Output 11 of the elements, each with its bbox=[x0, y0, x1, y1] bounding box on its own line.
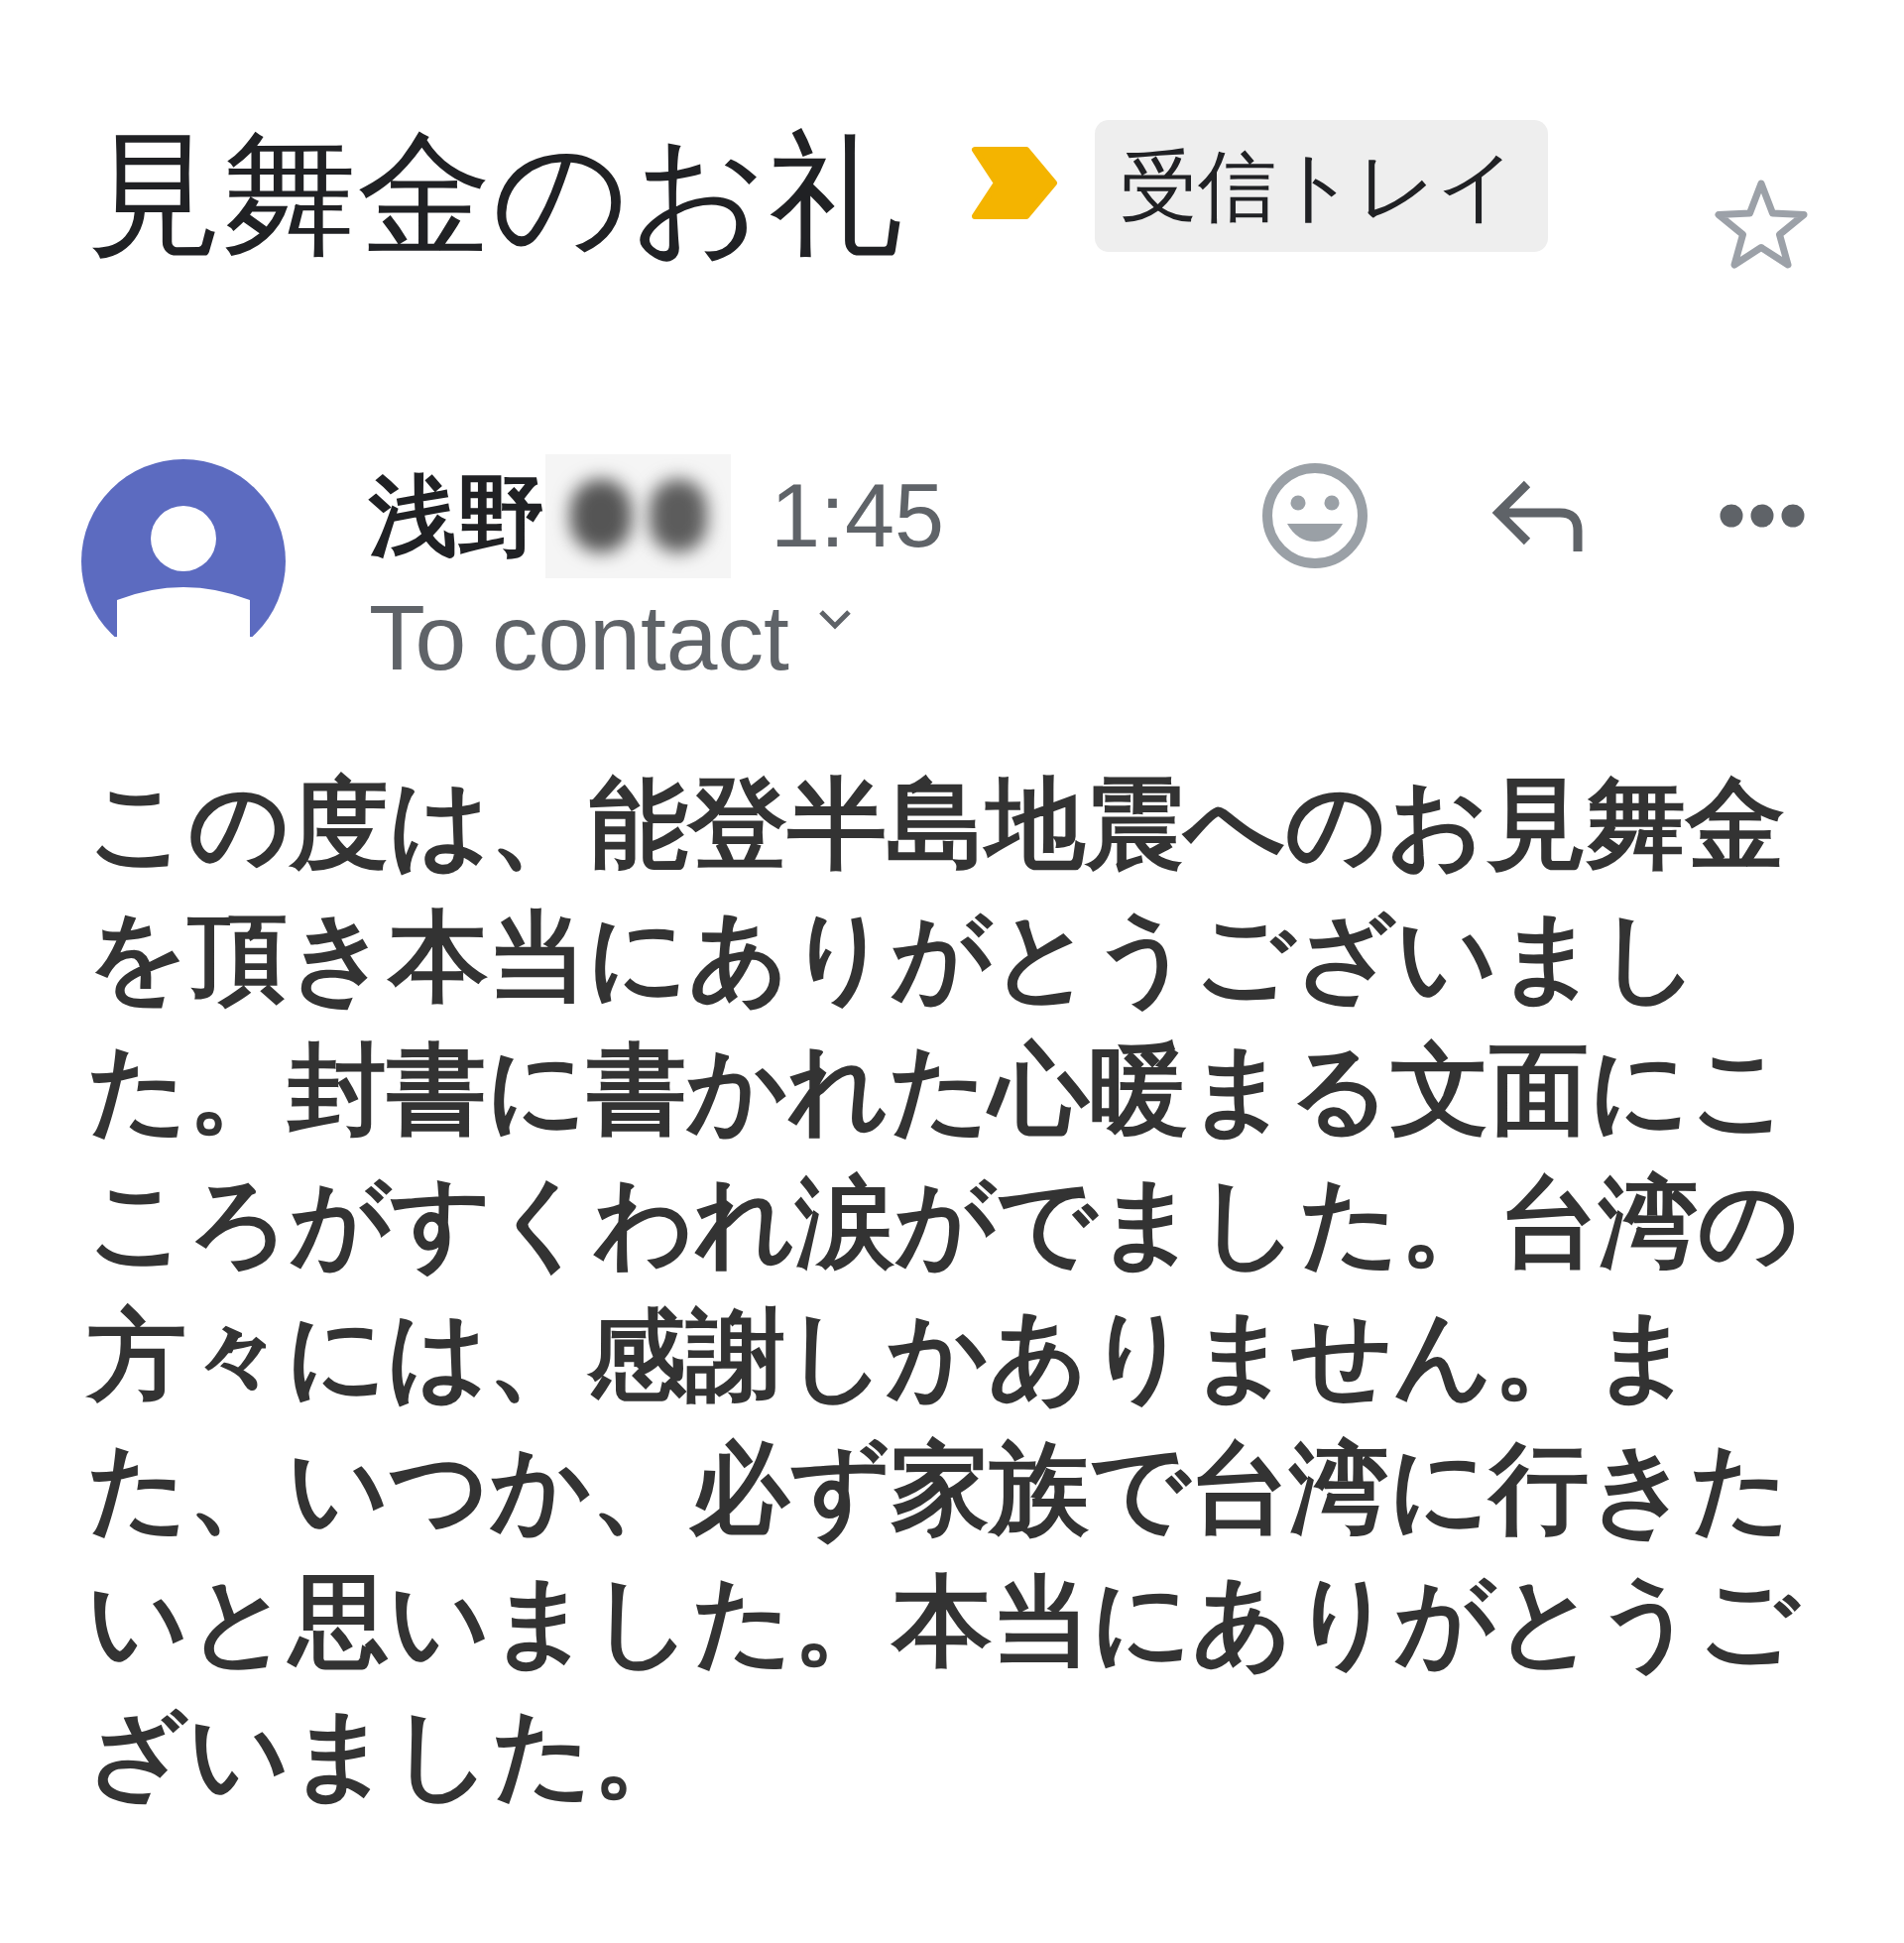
email-subject: 見舞金のお礼 bbox=[87, 127, 902, 262]
importance-marker-icon[interactable] bbox=[971, 146, 1058, 220]
emoji-smile-icon[interactable] bbox=[1261, 462, 1368, 569]
message-time: 1:45 bbox=[771, 471, 945, 560]
chevron-down-icon[interactable] bbox=[816, 608, 853, 630]
recipient-details-button[interactable]: To contact bbox=[369, 592, 853, 684]
more-options-icon[interactable] bbox=[1720, 504, 1805, 528]
avatar-silhouette-icon bbox=[81, 459, 286, 637]
inbox-label-chip[interactable]: 受信トレイ bbox=[1095, 120, 1548, 252]
message-body: この度は、能登半島地震へのお見舞金を頂き本当にありがとうございました。封書に書かれた心暖まる文面にこころがすくわれ涙がでました。台湾の方々には、感謝しかありません。また、いつか、必ず家族で台湾に行きたいと思いました。本当にありがとうございました。 bbox=[87, 767, 1802, 1811]
sender-name: 浅野 bbox=[369, 471, 545, 560]
